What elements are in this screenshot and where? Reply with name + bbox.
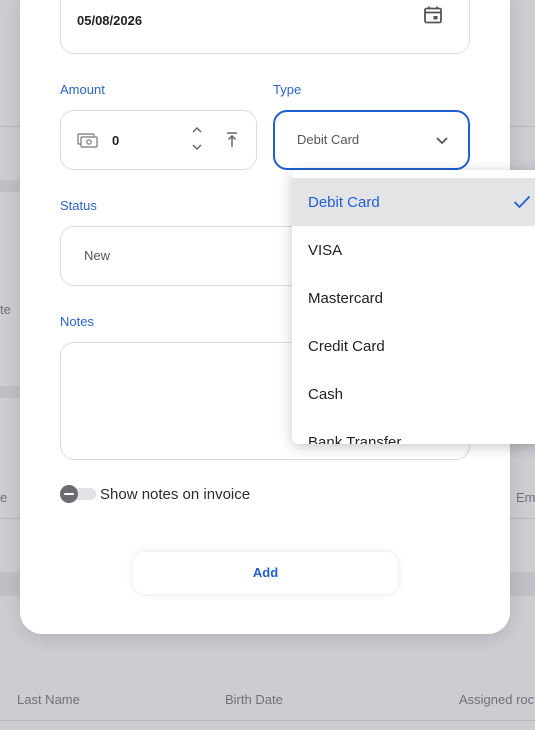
type-label: Type: [273, 82, 302, 97]
option-label: Cash: [308, 386, 344, 403]
checkmark-icon: [513, 195, 531, 209]
dropdown-option-bank-transfer[interactable]: Bank Transfer: [292, 418, 535, 444]
date-field[interactable]: 05/08/2026: [60, 0, 470, 54]
toggle-knob: [60, 485, 78, 503]
status-value: New: [84, 248, 111, 263]
dropdown-option-credit-card[interactable]: Credit Card: [292, 322, 535, 370]
option-label: Bank Transfer: [308, 434, 402, 444]
notes-label: Notes: [60, 314, 94, 329]
add-button[interactable]: Add: [133, 552, 398, 594]
show-notes-toggle[interactable]: [60, 485, 96, 503]
calendar-icon[interactable]: [423, 5, 443, 25]
show-notes-label: Show notes on invoice: [100, 486, 251, 503]
option-label: Debit Card: [308, 194, 380, 211]
dropdown-option-visa[interactable]: VISA: [292, 226, 535, 274]
money-icon: [77, 133, 98, 148]
status-label: Status: [60, 198, 97, 213]
decrement-icon[interactable]: [191, 142, 203, 152]
option-label: VISA: [308, 242, 343, 259]
chevron-down-icon[interactable]: [435, 136, 449, 146]
option-label: Mastercard: [308, 290, 384, 307]
dropdown-option-cash[interactable]: Cash: [292, 370, 535, 418]
amount-field[interactable]: 0: [60, 110, 257, 170]
increment-icon[interactable]: [191, 125, 203, 135]
type-value: Debit Card: [297, 132, 360, 147]
option-label: Credit Card: [308, 338, 385, 355]
date-value: 05/08/2026: [77, 13, 143, 28]
dropdown-option-mastercard[interactable]: Mastercard: [292, 274, 535, 322]
amount-label: Amount: [60, 82, 105, 97]
type-select[interactable]: Debit Card: [273, 110, 470, 170]
max-amount-icon[interactable]: [225, 131, 239, 149]
amount-value: 0: [112, 133, 120, 148]
type-dropdown-menu: Debit Card VISA Mastercard Credit Card C…: [292, 170, 535, 444]
dropdown-option-debit-card[interactable]: Debit Card: [292, 178, 535, 226]
